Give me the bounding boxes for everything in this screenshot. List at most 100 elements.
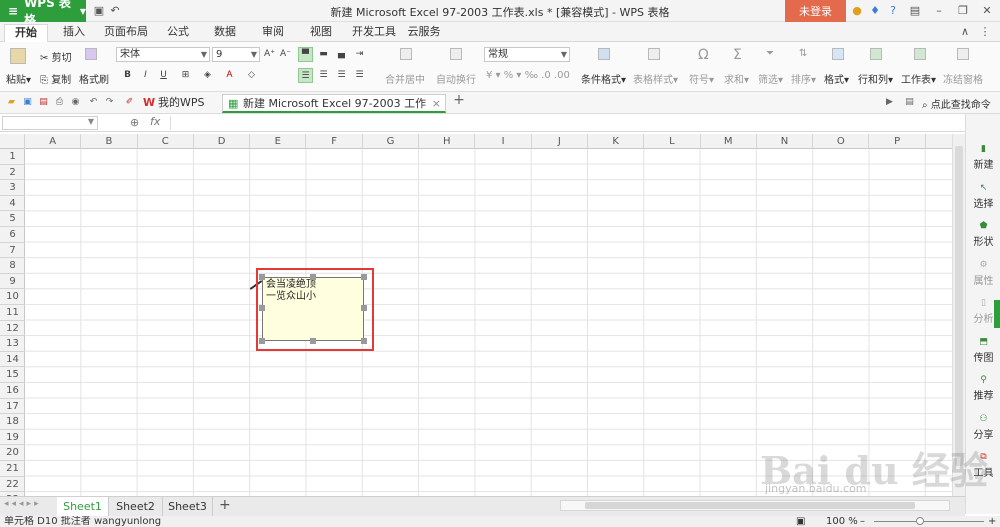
select-all-corner[interactable] xyxy=(0,134,25,149)
font-color-icon[interactable]: A xyxy=(222,68,237,83)
tab-page-layout[interactable]: 页面布局 xyxy=(100,24,152,42)
paste-button[interactable]: 粘贴▾ xyxy=(6,71,31,86)
clear-icon[interactable]: ◇ xyxy=(244,68,259,83)
align-left-icon[interactable]: ☰ xyxy=(298,68,313,83)
column-header[interactable]: J xyxy=(532,134,588,149)
app-menu-button[interactable]: ≡ WPS 表格 ▼ xyxy=(0,0,86,27)
font-size-select[interactable]: 9 ▼ xyxy=(212,47,260,62)
tab-document[interactable]: ▦ 新建 Microsoft Excel 97-2003 工作表.xls * × xyxy=(222,94,446,127)
chevron-up-icon[interactable]: ∧ xyxy=(958,25,972,39)
zoom-out-icon[interactable]: – xyxy=(860,516,865,527)
brush-icon[interactable] xyxy=(85,48,97,60)
zoom-in-icon[interactable]: + xyxy=(988,516,996,527)
row-header[interactable]: 15 xyxy=(0,367,25,383)
scroll-thumb[interactable] xyxy=(585,502,915,509)
tab-home[interactable]: 开始 xyxy=(4,24,48,42)
login-button[interactable]: 未登录 xyxy=(785,0,846,22)
panel-toggle[interactable] xyxy=(994,300,1000,328)
wrap-icon[interactable] xyxy=(450,48,462,60)
right-panel-shape[interactable]: ⬟ 形状 xyxy=(966,221,1000,248)
column-header[interactable]: G xyxy=(363,134,420,149)
help-icon[interactable]: ? xyxy=(886,4,900,18)
number-format-select[interactable]: 常规 ▼ xyxy=(484,47,570,62)
merge-center-button[interactable]: 合并居中 xyxy=(385,71,425,86)
right-panel-select[interactable]: ↖ 选择 xyxy=(966,183,1000,210)
paste-icon[interactable] xyxy=(10,48,26,64)
align-right-icon[interactable]: ☰ xyxy=(334,68,349,83)
row-header[interactable]: 16 xyxy=(0,383,25,399)
align-bottom-icon[interactable]: ▄ xyxy=(334,47,349,62)
filter-icon[interactable]: ⏷ xyxy=(766,48,774,59)
minimize-icon[interactable]: – xyxy=(932,4,946,18)
add-sheet-icon[interactable]: + xyxy=(219,497,231,513)
symbol-button[interactable]: 符号▾ xyxy=(689,71,714,86)
worksheet-icon[interactable] xyxy=(914,48,926,60)
horizontal-scrollbar[interactable] xyxy=(560,500,950,511)
align-center-icon[interactable]: ☰ xyxy=(316,68,331,83)
cut-button[interactable]: ✂ 剪切 xyxy=(40,49,72,64)
tab-data[interactable]: 数据 xyxy=(207,24,243,42)
row-header[interactable]: 12 xyxy=(0,321,25,337)
undo-icon[interactable]: ↶ xyxy=(88,97,99,108)
tab-developer[interactable]: 开发工具 xyxy=(348,24,400,42)
column-header[interactable]: C xyxy=(138,134,194,149)
open-icon[interactable]: ▰ xyxy=(6,97,17,108)
restore-icon[interactable]: ❐ xyxy=(956,4,970,18)
row-header[interactable]: 17 xyxy=(0,399,25,415)
name-box[interactable]: ▼ xyxy=(2,116,98,130)
italic-icon[interactable]: I xyxy=(138,68,153,83)
table-style-icon[interactable] xyxy=(648,48,660,60)
row-header[interactable]: 6 xyxy=(0,227,25,243)
save-icon[interactable]: ▣ xyxy=(92,4,106,18)
tab-cloud[interactable]: 云服务 xyxy=(404,24,444,42)
conditional-format-icon[interactable] xyxy=(598,48,610,60)
omega-icon[interactable]: Ω xyxy=(698,47,709,63)
formula-input[interactable] xyxy=(170,116,950,130)
number-format-buttons[interactable]: ¥ ▾ % ▾ ‰ .0 .00 xyxy=(486,70,570,81)
right-panel-properties[interactable]: ⚙ 属性 xyxy=(966,260,1000,287)
column-header[interactable]: H xyxy=(419,134,476,149)
freeze-button[interactable]: 冻结窗格 xyxy=(943,71,983,86)
font-shrink-icon[interactable]: A⁻ xyxy=(278,47,293,62)
worksheet-button[interactable]: 工作表▾ xyxy=(901,71,936,86)
wrap-text-button[interactable]: 自动换行 xyxy=(436,71,476,86)
row-header[interactable]: 21 xyxy=(0,461,25,477)
pdf-icon[interactable]: ▤ xyxy=(38,97,49,108)
print-icon[interactable]: ⎙ xyxy=(54,97,65,108)
format-button[interactable]: 格式▾ xyxy=(824,71,849,86)
sum-icon[interactable]: Σ xyxy=(733,47,742,63)
copy-button[interactable]: ⎘ 复制 xyxy=(40,71,71,86)
row-header[interactable]: 3 xyxy=(0,180,25,196)
row-header[interactable]: 1 xyxy=(0,149,25,165)
view-mode-icon[interactable]: ▣ xyxy=(796,516,805,527)
right-panel-recommend[interactable]: ⚲ 推荐 xyxy=(966,375,1000,402)
fill-color-icon[interactable]: ◈ xyxy=(200,68,215,83)
table-style-button[interactable]: 表格样式▾ xyxy=(633,71,678,86)
column-header[interactable]: P xyxy=(870,134,926,149)
freeze-icon[interactable] xyxy=(957,48,969,60)
zoom-slider[interactable] xyxy=(874,521,984,522)
border-icon[interactable]: ⊞ xyxy=(178,68,193,83)
right-panel-upload-image[interactable]: ⬒ 传图 xyxy=(966,337,1000,364)
row-header[interactable]: 9 xyxy=(0,274,25,290)
right-panel-share[interactable]: ⚇ 分享 xyxy=(966,414,1000,441)
sheet-tab-2[interactable]: Sheet2 xyxy=(109,497,163,516)
row-header[interactable]: 13 xyxy=(0,336,25,352)
pin-icon[interactable]: ✐ xyxy=(124,97,135,108)
tab-formula[interactable]: 公式 xyxy=(160,24,196,42)
row-header[interactable]: 22 xyxy=(0,477,25,493)
format-icon[interactable] xyxy=(832,48,844,60)
scroll-thumb[interactable] xyxy=(955,146,963,466)
window-mode-icon[interactable]: ▤ xyxy=(908,4,922,18)
conditional-format-button[interactable]: 条件格式▾ xyxy=(581,71,626,86)
row-header[interactable]: 5 xyxy=(0,211,25,227)
sum-button[interactable]: 求和▾ xyxy=(724,71,749,86)
save-icon[interactable]: ▣ xyxy=(22,97,33,108)
close-tab-icon[interactable]: × xyxy=(432,95,441,112)
undo-icon[interactable]: ↶ xyxy=(108,4,122,18)
column-header[interactable]: B xyxy=(81,134,138,149)
underline-icon[interactable]: U xyxy=(156,68,171,83)
indent-icon[interactable]: ⇥ xyxy=(352,47,367,62)
color-icon[interactable]: ● xyxy=(850,4,864,18)
row-header[interactable]: 10 xyxy=(0,289,25,305)
